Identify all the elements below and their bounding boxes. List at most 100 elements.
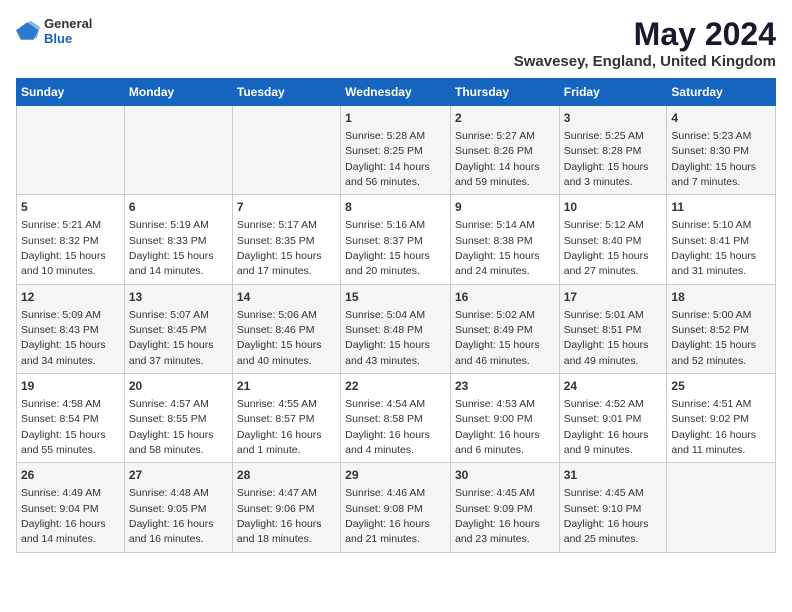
day-info: Sunrise: 5:10 AM Sunset: 8:41 PM Dayligh… (671, 219, 756, 277)
day-number: 13 (129, 289, 228, 306)
calendar-cell: 4 Sunrise: 5:23 AM Sunset: 8:30 PM Daylig… (667, 106, 776, 195)
day-number: 30 (455, 467, 555, 484)
day-info: Sunrise: 4:57 AM Sunset: 8:55 PM Dayligh… (129, 398, 214, 456)
day-info: Sunrise: 5:09 AM Sunset: 8:43 PM Dayligh… (21, 309, 106, 367)
day-info: Sunrise: 5:01 AM Sunset: 8:51 PM Dayligh… (564, 309, 649, 367)
day-number: 11 (671, 199, 771, 216)
day-info: Sunrise: 4:53 AM Sunset: 9:00 PM Dayligh… (455, 398, 540, 456)
day-number: 17 (564, 289, 663, 306)
calendar-cell: 5 Sunrise: 5:21 AM Sunset: 8:32 PM Daylig… (17, 195, 125, 284)
calendar-week-row: 1 Sunrise: 5:28 AM Sunset: 8:25 PM Daylig… (17, 106, 776, 195)
day-number: 29 (345, 467, 446, 484)
day-info: Sunrise: 4:45 AM Sunset: 9:09 PM Dayligh… (455, 487, 540, 545)
day-info: Sunrise: 5:07 AM Sunset: 8:45 PM Dayligh… (129, 309, 214, 367)
calendar-cell: 17 Sunrise: 5:01 AM Sunset: 8:51 PM Dayli… (559, 284, 667, 373)
calendar-cell: 15 Sunrise: 5:04 AM Sunset: 8:48 PM Dayli… (341, 284, 451, 373)
calendar-week-row: 12Sunrise: 5:09 AM Sunset: 8:43 PM Dayli… (17, 284, 776, 373)
calendar-week-row: 5 Sunrise: 5:21 AM Sunset: 8:32 PM Daylig… (17, 195, 776, 284)
weekday-header: Monday (124, 79, 232, 106)
logo-general: General (44, 16, 92, 31)
day-info: Sunrise: 4:45 AM Sunset: 9:10 PM Dayligh… (564, 487, 649, 545)
day-number: 23 (455, 378, 555, 395)
weekday-header: Friday (559, 79, 667, 106)
calendar-cell: 3 Sunrise: 5:25 AM Sunset: 8:28 PM Daylig… (559, 106, 667, 195)
day-info: Sunrise: 5:04 AM Sunset: 8:48 PM Dayligh… (345, 309, 430, 367)
day-info: Sunrise: 4:55 AM Sunset: 8:57 PM Dayligh… (237, 398, 322, 456)
day-info: Sunrise: 5:06 AM Sunset: 8:46 PM Dayligh… (237, 309, 322, 367)
calendar-cell: 23 Sunrise: 4:53 AM Sunset: 9:00 PM Dayli… (450, 374, 559, 463)
day-number: 24 (564, 378, 663, 395)
calendar-cell: 13 Sunrise: 5:07 AM Sunset: 8:45 PM Dayli… (124, 284, 232, 373)
day-number: 19 (21, 378, 120, 395)
weekday-header: Sunday (17, 79, 125, 106)
logo-text: General Blue (44, 16, 92, 46)
day-number: 20 (129, 378, 228, 395)
day-info: Sunrise: 5:28 AM Sunset: 8:25 PM Dayligh… (345, 130, 430, 188)
day-info: Sunrise: 4:47 AM Sunset: 9:06 PM Dayligh… (237, 487, 322, 545)
day-info: Sunrise: 4:49 AM Sunset: 9:04 PM Dayligh… (21, 487, 106, 545)
day-info: Sunrise: 5:19 AM Sunset: 8:33 PM Dayligh… (129, 219, 214, 277)
calendar-cell: 19 Sunrise: 4:58 AM Sunset: 8:54 PM Dayli… (17, 374, 125, 463)
day-number: 31 (564, 467, 663, 484)
day-info: Sunrise: 5:16 AM Sunset: 8:37 PM Dayligh… (345, 219, 430, 277)
day-number: 6 (129, 199, 228, 216)
calendar-cell: 21 Sunrise: 4:55 AM Sunset: 8:57 PM Dayli… (232, 374, 340, 463)
calendar-cell (17, 106, 125, 195)
logo-icon (16, 19, 40, 43)
calendar-cell: 28 Sunrise: 4:47 AM Sunset: 9:06 PM Dayli… (232, 463, 340, 552)
day-info: Sunrise: 5:17 AM Sunset: 8:35 PM Dayligh… (237, 219, 322, 277)
day-number: 16 (455, 289, 555, 306)
day-number: 2 (455, 110, 555, 127)
day-number: 27 (129, 467, 228, 484)
day-info: Sunrise: 5:14 AM Sunset: 8:38 PM Dayligh… (455, 219, 540, 277)
calendar-cell: 7Sunrise: 5:17 AM Sunset: 8:35 PM Daylig… (232, 195, 340, 284)
day-number: 5 (21, 199, 120, 216)
day-number: 21 (237, 378, 336, 395)
day-number: 9 (455, 199, 555, 216)
day-number: 3 (564, 110, 663, 127)
weekday-header-row: SundayMondayTuesdayWednesdayThursdayFrid… (17, 79, 776, 106)
day-info: Sunrise: 5:25 AM Sunset: 8:28 PM Dayligh… (564, 130, 649, 188)
calendar-cell: 1 Sunrise: 5:28 AM Sunset: 8:25 PM Daylig… (341, 106, 451, 195)
calendar-cell: 2Sunrise: 5:27 AM Sunset: 8:26 PM Daylig… (450, 106, 559, 195)
calendar-week-row: 19 Sunrise: 4:58 AM Sunset: 8:54 PM Dayli… (17, 374, 776, 463)
day-number: 28 (237, 467, 336, 484)
calendar-cell: 14Sunrise: 5:06 AM Sunset: 8:46 PM Dayli… (232, 284, 340, 373)
calendar-cell: 22Sunrise: 4:54 AM Sunset: 8:58 PM Dayli… (341, 374, 451, 463)
title-block: May 2024 Swavesey, England, United Kingd… (514, 16, 776, 70)
day-info: Sunrise: 5:12 AM Sunset: 8:40 PM Dayligh… (564, 219, 649, 277)
calendar-cell (667, 463, 776, 552)
calendar-cell: 11 Sunrise: 5:10 AM Sunset: 8:41 PM Dayli… (667, 195, 776, 284)
calendar-cell: 27 Sunrise: 4:48 AM Sunset: 9:05 PM Dayli… (124, 463, 232, 552)
day-info: Sunrise: 4:48 AM Sunset: 9:05 PM Dayligh… (129, 487, 214, 545)
day-info: Sunrise: 4:58 AM Sunset: 8:54 PM Dayligh… (21, 398, 106, 456)
day-info: Sunrise: 5:21 AM Sunset: 8:32 PM Dayligh… (21, 219, 106, 277)
day-info: Sunrise: 5:02 AM Sunset: 8:49 PM Dayligh… (455, 309, 540, 367)
calendar-cell: 20 Sunrise: 4:57 AM Sunset: 8:55 PM Dayli… (124, 374, 232, 463)
calendar-week-row: 26Sunrise: 4:49 AM Sunset: 9:04 PM Dayli… (17, 463, 776, 552)
location: Swavesey, England, United Kingdom (514, 53, 776, 70)
logo: General Blue (16, 16, 92, 46)
day-info: Sunrise: 5:23 AM Sunset: 8:30 PM Dayligh… (671, 130, 756, 188)
day-number: 15 (345, 289, 446, 306)
weekday-header: Wednesday (341, 79, 451, 106)
calendar-cell: 24Sunrise: 4:52 AM Sunset: 9:01 PM Dayli… (559, 374, 667, 463)
day-info: Sunrise: 4:51 AM Sunset: 9:02 PM Dayligh… (671, 398, 756, 456)
calendar-cell: 30 Sunrise: 4:45 AM Sunset: 9:09 PM Dayli… (450, 463, 559, 552)
calendar-cell: 18Sunrise: 5:00 AM Sunset: 8:52 PM Dayli… (667, 284, 776, 373)
calendar-cell: 16 Sunrise: 5:02 AM Sunset: 8:49 PM Dayli… (450, 284, 559, 373)
day-number: 4 (671, 110, 771, 127)
calendar-cell: 6 Sunrise: 5:19 AM Sunset: 8:33 PM Daylig… (124, 195, 232, 284)
day-info: Sunrise: 5:00 AM Sunset: 8:52 PM Dayligh… (671, 309, 756, 367)
calendar-cell: 31 Sunrise: 4:45 AM Sunset: 9:10 PM Dayli… (559, 463, 667, 552)
day-number: 8 (345, 199, 446, 216)
page-header: General Blue May 2024 Swavesey, England,… (16, 16, 776, 70)
day-number: 1 (345, 110, 446, 127)
weekday-header: Thursday (450, 79, 559, 106)
logo-blue: Blue (44, 31, 92, 46)
day-number: 25 (671, 378, 771, 395)
calendar-cell: 10Sunrise: 5:12 AM Sunset: 8:40 PM Dayli… (559, 195, 667, 284)
calendar-cell (124, 106, 232, 195)
calendar-table: SundayMondayTuesdayWednesdayThursdayFrid… (16, 78, 776, 553)
calendar-cell: 12Sunrise: 5:09 AM Sunset: 8:43 PM Dayli… (17, 284, 125, 373)
